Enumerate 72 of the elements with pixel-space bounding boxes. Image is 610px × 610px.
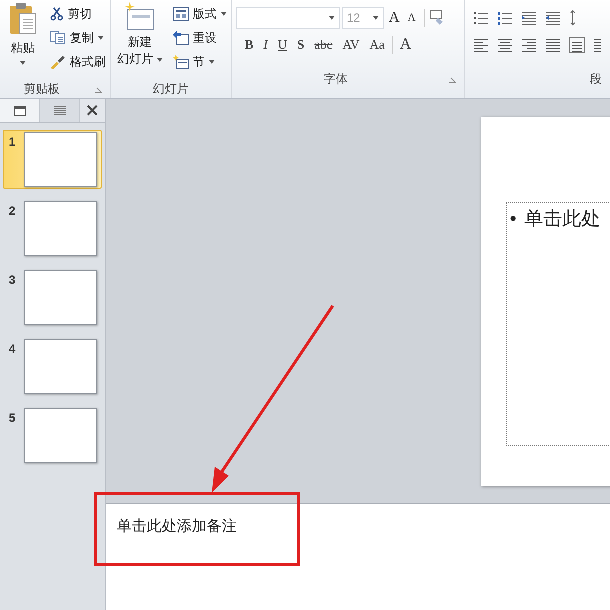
notes-pane[interactable]: 单击此处添加备注 [106, 504, 610, 610]
new-slide-button[interactable]: 新建 幻灯片 [111, 2, 169, 80]
paste-button[interactable]: 粘贴 [0, 2, 46, 80]
strike-button[interactable]: abc [312, 35, 336, 55]
slide-thumbnail-item[interactable]: 5 [3, 406, 102, 465]
group-label: 段 [590, 71, 602, 88]
bullet: • [510, 208, 517, 232]
shrink-font-button[interactable]: A [404, 10, 419, 26]
format-painter-button[interactable]: 格式刷 [46, 50, 110, 74]
font-name-field[interactable] [236, 7, 340, 29]
slide-number: 3 [8, 272, 17, 289]
placeholder-text: 单击此处 [524, 208, 601, 232]
notes-placeholder: 单击此处添加备注 [117, 518, 237, 535]
slide-number: 2 [8, 203, 17, 220]
dialog-launcher-icon[interactable] [95, 86, 102, 92]
dropdown-caret-icon [209, 60, 215, 64]
increase-indent-icon[interactable] [545, 10, 561, 26]
shadow-button[interactable]: S [294, 35, 308, 55]
dialog-launcher-icon[interactable] [449, 76, 456, 82]
clipboard-icon [8, 2, 38, 36]
justify-icon[interactable] [545, 37, 561, 53]
slide-number: 5 [8, 410, 17, 427]
spacing-button[interactable]: AV [340, 35, 363, 55]
layout-button[interactable]: 版式 [169, 2, 231, 26]
case-button[interactable]: Aa [366, 35, 388, 55]
paintbrush-icon [50, 55, 66, 69]
reset-icon [173, 31, 189, 45]
slides-tab[interactable] [0, 99, 40, 122]
content-placeholder[interactable]: • 单击此处 [506, 202, 610, 446]
group-label: 字体 [324, 71, 348, 88]
layout-icon [173, 7, 189, 21]
line-spacing-icon[interactable] [569, 10, 577, 26]
slide-thumbnail-item[interactable]: 3 [3, 268, 102, 327]
slide-thumbnail-item[interactable]: 4 [3, 337, 102, 396]
copy-icon [50, 31, 66, 45]
decrease-indent-icon[interactable] [521, 10, 537, 26]
group-label: 剪贴板 [24, 81, 60, 98]
cut-button[interactable]: 剪切 [46, 2, 110, 26]
dropdown-caret-icon [373, 16, 379, 20]
bold-button[interactable]: B [242, 35, 257, 55]
underline-button[interactable]: U [275, 35, 290, 55]
new-slide-icon [124, 2, 156, 32]
columns-icon[interactable] [593, 37, 601, 53]
align-left-icon[interactable] [473, 37, 489, 53]
copy-button[interactable]: 复制 [46, 26, 110, 50]
dropdown-caret-icon [98, 36, 104, 40]
group-label: 幻灯片 [153, 81, 189, 98]
dropdown-caret-icon [156, 58, 162, 62]
slide-thumbnail-item[interactable]: 2 [3, 199, 102, 258]
italic-button[interactable]: I [260, 35, 272, 55]
dropdown-caret-icon [221, 12, 227, 16]
clear-formatting-icon[interactable] [430, 10, 446, 26]
dropdown-caret-icon [329, 16, 335, 20]
slide-icon [14, 106, 26, 116]
slide-thumbnail-item[interactable]: 1 [3, 130, 102, 189]
align-right-icon[interactable] [521, 37, 537, 53]
outline-icon [54, 106, 66, 116]
scissors-icon [50, 7, 64, 21]
color-button[interactable]: A [396, 33, 415, 57]
section-button[interactable]: 节 [169, 50, 231, 74]
outline-tab[interactable] [40, 99, 80, 122]
grow-font-button[interactable]: A [386, 6, 403, 30]
bullets-icon[interactable] [473, 10, 489, 26]
slide-number: 1 [8, 134, 17, 151]
distribute-icon[interactable] [569, 37, 585, 53]
numbering-icon[interactable] [497, 10, 513, 26]
dropdown-caret-icon [20, 61, 26, 65]
section-icon [173, 55, 189, 69]
align-center-icon[interactable] [497, 37, 513, 53]
close-icon [87, 105, 98, 116]
slide-number: 4 [8, 341, 17, 358]
reset-button[interactable]: 重设 [169, 26, 231, 50]
